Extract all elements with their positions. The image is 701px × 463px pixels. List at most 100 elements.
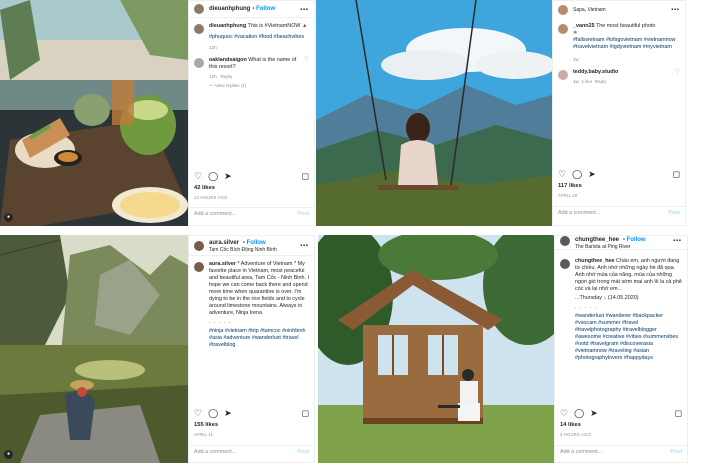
heart-icon[interactable]: ♡: [194, 171, 202, 182]
follow-button[interactable]: • Follow: [623, 237, 646, 243]
leaf-emoji-icon: ❀: [573, 30, 578, 36]
heart-icon[interactable]: ♡: [194, 408, 202, 419]
like-count[interactable]: 117 likes: [558, 183, 582, 189]
user-tag-icon[interactable]: ●: [4, 213, 13, 222]
location-link[interactable]: Sapa, Vietnam: [573, 7, 606, 13]
bookmark-icon[interactable]: ◻: [302, 408, 309, 419]
more-icon[interactable]: ⋯: [300, 5, 309, 14]
post-4-photo[interactable]: [318, 235, 554, 463]
view-replies-label[interactable]: View replies (1): [215, 83, 247, 88]
caption: _vann25 The most beautiful photo ❀ #fall…: [558, 23, 680, 63]
post-date: APRIL 28: [558, 193, 578, 198]
follow-button[interactable]: • Follow: [243, 240, 266, 246]
post-3-side-panel: aura.silver • Follow Tam Cốc Bích Động N…: [188, 235, 315, 463]
username[interactable]: aura.silver: [209, 240, 239, 246]
caption-username[interactable]: chungthee_hee: [575, 258, 615, 264]
comment-icon[interactable]: ◯: [208, 408, 218, 419]
post-button[interactable]: Post: [670, 449, 682, 455]
post-1-side-panel: dieuanhphung • Follow ⋯ dieuanhphung Thi…: [188, 0, 315, 226]
follow-button[interactable]: • Follow: [252, 6, 275, 12]
caption-dots: . . . . .: [575, 304, 598, 310]
comment-username[interactable]: oaklandsaigon: [209, 57, 247, 63]
add-comment-bar: Add a comment... Post: [189, 445, 314, 458]
location-link[interactable]: The Barista at Ping River: [575, 244, 646, 250]
reply-button[interactable]: Reply: [595, 79, 607, 84]
like-count[interactable]: 14 likes: [560, 422, 581, 428]
comment-icon[interactable]: ◯: [208, 171, 218, 182]
comment-username[interactable]: teddy.baby.studio: [573, 69, 618, 75]
bookmark-icon[interactable]: ◻: [673, 169, 680, 180]
caption-text: This is #VietnamNOW: [247, 23, 301, 29]
action-bar: ♡ ◯ ➤ ◻: [194, 407, 309, 419]
caption-hashtags[interactable]: #ninja #vietnam #trip #tamcoc #ninhbinh …: [209, 328, 309, 349]
post-2-side-panel: Sapa, Vietnam ⋯ _vann25 The most beautif…: [552, 0, 686, 226]
share-icon[interactable]: ➤: [224, 171, 232, 182]
like-count[interactable]: 155 likes: [194, 422, 218, 428]
caption-hashtags[interactable]: #phuquoc #vacation #food #beachvibes: [209, 34, 307, 41]
add-comment-input[interactable]: Add a comment...: [560, 449, 602, 455]
flag-emoji-icon: ▲: [301, 23, 308, 29]
action-bar: ♡ ◯ ➤ ◻: [194, 170, 309, 182]
comment-icon[interactable]: ◯: [574, 408, 584, 419]
more-icon[interactable]: ⋯: [671, 5, 680, 14]
action-bar: ♡ ◯ ➤ ◻: [560, 407, 682, 419]
comment-heart-icon[interactable]: ♡: [675, 69, 680, 85]
share-icon[interactable]: ➤: [590, 408, 598, 419]
comment-icon[interactable]: ◯: [572, 169, 582, 180]
post-2: Sapa, Vietnam ⋯ _vann25 The most beautif…: [316, 0, 686, 226]
comment-likes[interactable]: 1 like: [581, 79, 592, 84]
post-button[interactable]: Post: [297, 449, 309, 455]
comment-time: 12h: [209, 74, 217, 79]
swing-mountain-image: [316, 0, 552, 226]
caption-username[interactable]: _vann25: [573, 23, 595, 29]
add-comment-input[interactable]: Add a comment...: [558, 210, 600, 216]
avatar[interactable]: [194, 58, 204, 68]
username[interactable]: chungthee_hee: [575, 237, 619, 243]
like-count[interactable]: 42 likes: [194, 185, 215, 191]
avatar[interactable]: [194, 240, 204, 251]
comment: oaklandsaigon What is the name of this r…: [194, 57, 309, 89]
bookmark-icon[interactable]: ◻: [302, 171, 309, 182]
username[interactable]: dieuanhphung: [209, 6, 250, 12]
comments-area: dieuanhphung This is #VietnamNOW ▲ #phuq…: [194, 23, 309, 89]
add-comment-input[interactable]: Add a comment...: [194, 211, 236, 217]
add-comment-input[interactable]: Add a comment...: [194, 449, 236, 455]
view-replies-link[interactable]: — View replies (1): [209, 82, 304, 89]
caption-hashtags[interactable]: #wanderlust #wanderer #backpacker #vsoca…: [575, 313, 682, 362]
share-icon[interactable]: ➤: [588, 169, 596, 180]
post-2-photo[interactable]: [316, 0, 552, 226]
comment: teddy.baby.studio 1w 1 like Reply ♡: [558, 69, 680, 85]
heart-icon[interactable]: ♡: [560, 408, 568, 419]
caption-username[interactable]: aura.silver: [209, 261, 236, 267]
add-comment-bar: Add a comment... Post: [553, 206, 685, 219]
avatar[interactable]: [560, 236, 570, 246]
reply-button[interactable]: Reply: [221, 74, 233, 79]
more-icon[interactable]: ⋯: [673, 236, 682, 245]
caption-dots: . . . . .: [209, 319, 232, 325]
heart-icon[interactable]: ♡: [558, 169, 566, 180]
avatar[interactable]: [558, 24, 568, 34]
avatar[interactable]: [558, 4, 568, 15]
avatar[interactable]: [194, 262, 204, 272]
user-tag-icon[interactable]: ●: [4, 450, 13, 459]
post-header: Sapa, Vietnam ⋯: [553, 1, 685, 18]
location-link[interactable]: Tam Cốc Bích Động Ninh Bình: [209, 247, 277, 253]
post-button[interactable]: Post: [297, 211, 309, 217]
avatar[interactable]: [558, 70, 568, 80]
wooden-cabin-image: [318, 235, 554, 463]
avatar[interactable]: [560, 259, 570, 269]
post-3-photo[interactable]: ●: [0, 235, 188, 463]
caption-hashtags[interactable]: #fallsvietnam #lofsgovietnam #vietnamnow…: [573, 37, 680, 51]
caption-username[interactable]: dieuanhphung: [209, 23, 246, 29]
post-button[interactable]: Post: [668, 210, 680, 216]
share-icon[interactable]: ➤: [224, 408, 232, 419]
comments-area: chungthee_hee Chào em, anh người đang từ…: [560, 258, 682, 362]
comment-heart-icon[interactable]: ♡: [304, 57, 309, 89]
avatar[interactable]: [194, 4, 204, 14]
avatar[interactable]: [194, 24, 204, 34]
post-4-side-panel: chungthee_hee • Follow The Barista at Pi…: [554, 235, 688, 463]
post-1-photo[interactable]: ●: [0, 0, 188, 226]
caption-text: The most beautiful photo: [595, 23, 656, 29]
bookmark-icon[interactable]: ◻: [675, 408, 682, 419]
more-icon[interactable]: ⋯: [300, 241, 309, 250]
